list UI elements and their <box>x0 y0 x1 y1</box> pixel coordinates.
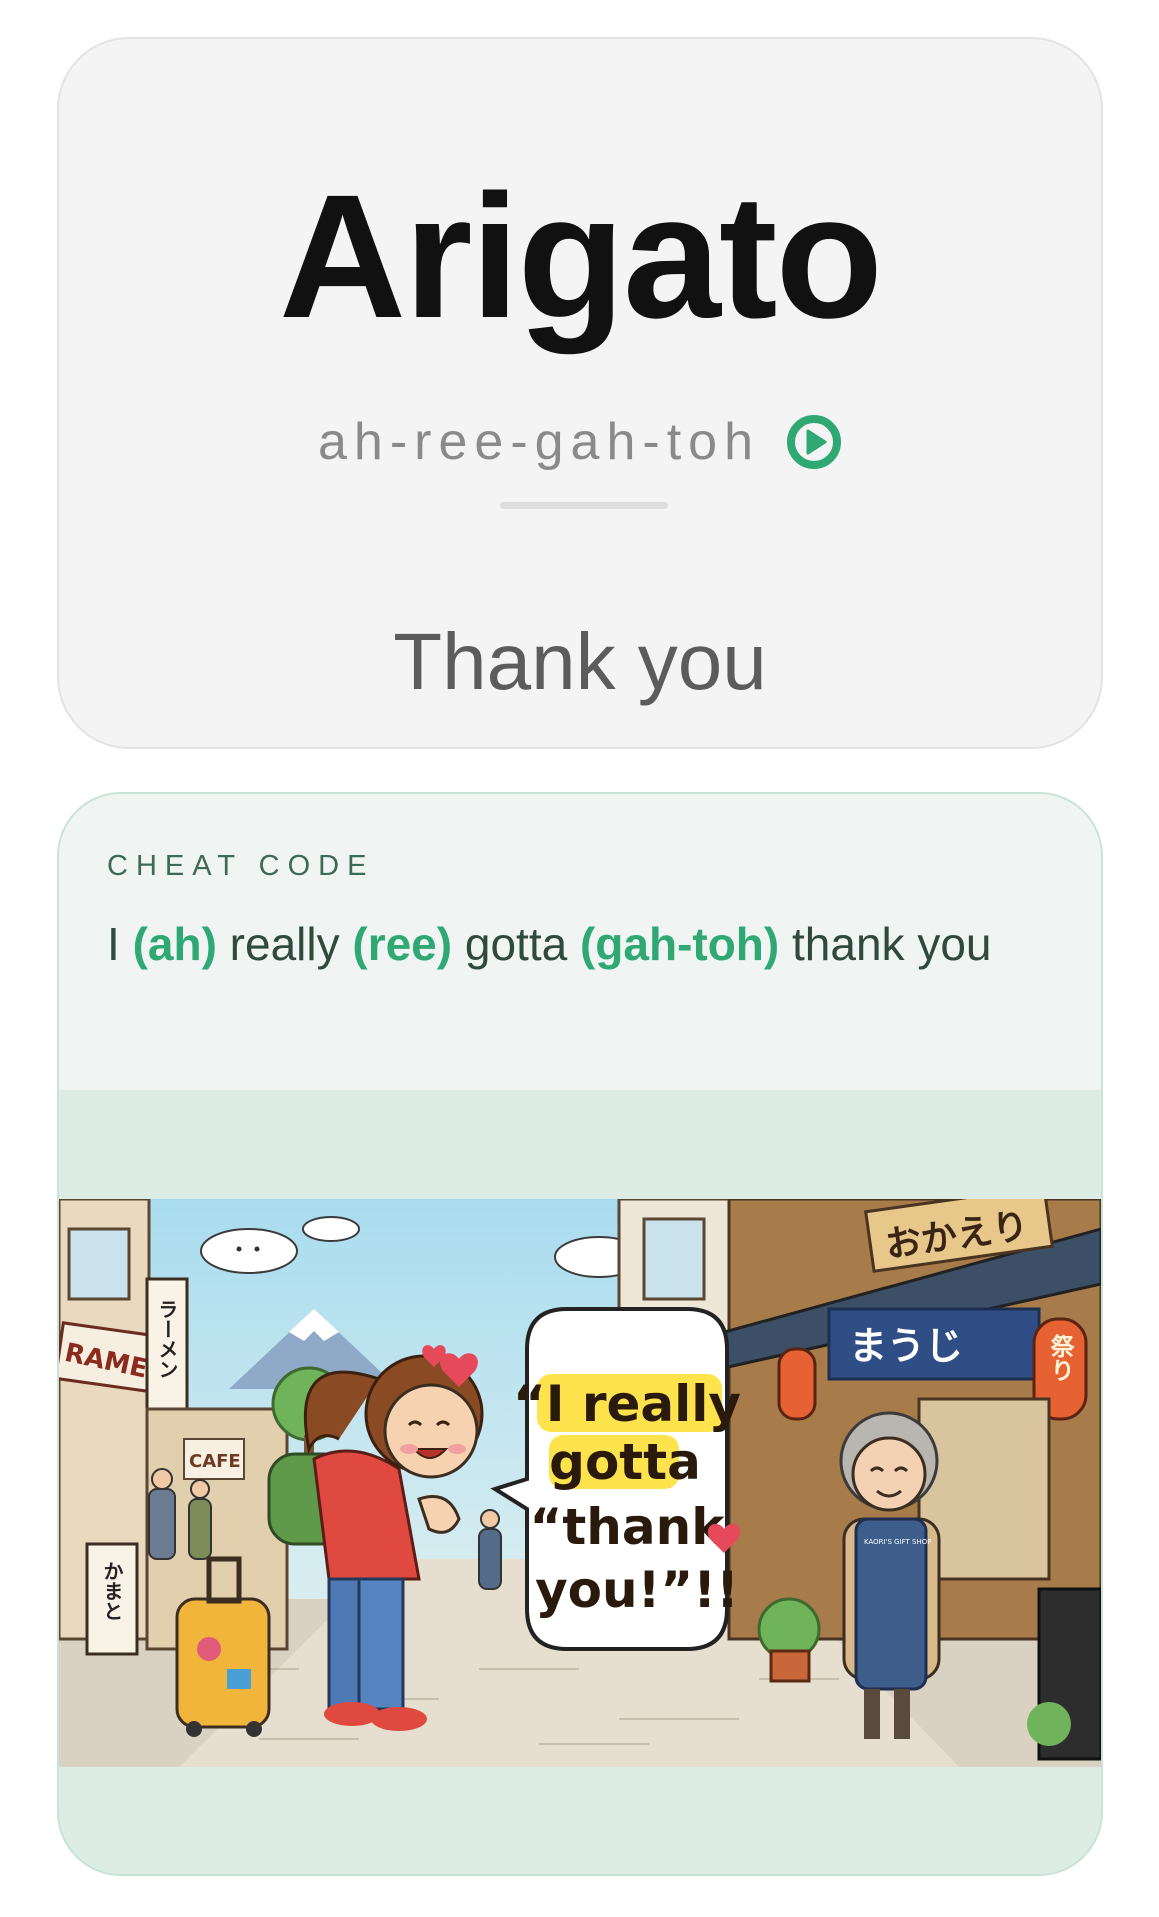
mnemonic-word: gotta <box>452 918 580 970</box>
bubble-line-3: “thank <box>530 1498 727 1556</box>
sign-ramen-vertical: ラーメン <box>155 1299 179 1379</box>
mnemonic-word: thank you <box>779 918 992 970</box>
mnemonic-word: I <box>107 918 133 970</box>
cheat-code-mnemonic: I (ah) really (ree) gotta (gah-toh) than… <box>107 910 1027 978</box>
apron-text: KAORI'S GIFT SHOP <box>864 1538 932 1546</box>
mnemonic-syllable: (gah-toh) <box>579 918 780 970</box>
lantern-text: 祭り <box>1046 1334 1074 1382</box>
pronunciation-text: ah-ree-gah-toh <box>318 413 760 471</box>
word-title: Arigato <box>279 159 883 355</box>
banner-text: まうじ <box>849 1324 963 1368</box>
cheat-code-card: CHEAT CODE I (ah) really (ree) gotta (ga… <box>57 792 1103 1876</box>
word-card: Arigato ah-ree-gah-toh Thank you <box>57 37 1103 749</box>
card-divider <box>500 502 668 509</box>
play-circle-icon[interactable] <box>786 414 842 470</box>
translation-text: Thank you <box>393 617 767 706</box>
cheat-code-label: CHEAT CODE <box>107 850 375 882</box>
mnemonic-illustration: RAMEN ラーメン CAFE かまと おかえり まうじ 祭り KAORI'S … <box>59 1199 1101 1767</box>
pronunciation-row: ah-ree-gah-toh <box>59 409 1101 475</box>
bubble-line-4: you!”!! <box>535 1561 739 1619</box>
bubble-line-1: “I really <box>513 1375 741 1433</box>
mnemonic-syllable: (ah) <box>132 918 217 970</box>
bubble-line-2: gotta <box>549 1433 701 1491</box>
sign-kamato: かまと <box>100 1561 124 1621</box>
mnemonic-syllable: (ree) <box>352 918 453 970</box>
cheat-code-header: CHEAT CODE I (ah) really (ree) gotta (ga… <box>59 794 1101 1090</box>
sign-cafe: CAFE <box>189 1451 241 1472</box>
mnemonic-word: really <box>216 918 353 970</box>
